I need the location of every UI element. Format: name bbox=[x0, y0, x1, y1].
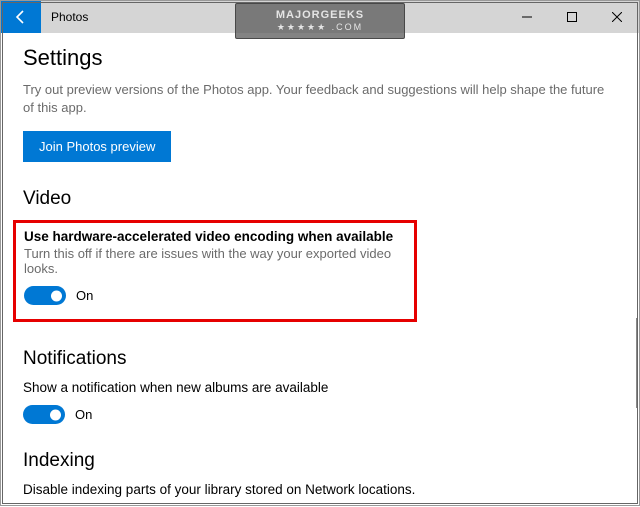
notifications-section: Notifications Show a notification when n… bbox=[23, 348, 617, 424]
maximize-icon bbox=[567, 12, 577, 22]
close-icon bbox=[612, 12, 622, 22]
new-albums-toggle[interactable] bbox=[23, 405, 65, 424]
hw-accel-sublabel: Turn this off if there are issues with t… bbox=[24, 246, 406, 276]
back-button[interactable] bbox=[1, 1, 41, 33]
video-section-title: Video bbox=[23, 188, 617, 210]
minimize-icon bbox=[522, 12, 532, 22]
hw-accel-state: On bbox=[76, 288, 93, 303]
maximize-button[interactable] bbox=[549, 1, 594, 33]
app-title: Photos bbox=[51, 10, 88, 24]
video-section: Video Use hardware-accelerated video enc… bbox=[23, 188, 617, 322]
settings-content: Settings Try out preview versions of the… bbox=[1, 33, 639, 507]
watermark-badge: MAJORGEEKS ★★★★★ .COM bbox=[235, 3, 405, 39]
hw-accel-toggle[interactable] bbox=[24, 286, 66, 305]
hw-accel-label: Use hardware-accelerated video encoding … bbox=[24, 229, 406, 244]
indexing-network-label: Disable indexing parts of your library s… bbox=[23, 482, 617, 497]
new-albums-toggle-row: On bbox=[23, 405, 617, 424]
notifications-section-title: Notifications bbox=[23, 348, 617, 370]
window-controls bbox=[504, 1, 639, 33]
close-button[interactable] bbox=[594, 1, 639, 33]
page-title: Settings bbox=[23, 45, 617, 71]
watermark-main: MAJORGEEKS bbox=[276, 10, 364, 21]
new-albums-state: On bbox=[75, 407, 92, 422]
hw-accel-toggle-row: On bbox=[24, 286, 406, 305]
toggle-knob bbox=[50, 409, 61, 420]
minimize-button[interactable] bbox=[504, 1, 549, 33]
arrow-left-icon bbox=[13, 9, 29, 25]
video-highlight-box: Use hardware-accelerated video encoding … bbox=[13, 220, 417, 322]
preview-description: Try out preview versions of the Photos a… bbox=[23, 81, 617, 117]
scrollbar[interactable] bbox=[636, 318, 638, 408]
titlebar: Photos MAJORGEEKS ★★★★★ .COM bbox=[1, 1, 639, 33]
indexing-section: Indexing Disable indexing parts of your … bbox=[23, 450, 617, 507]
toggle-knob bbox=[51, 290, 62, 301]
new-albums-label: Show a notification when new albums are … bbox=[23, 380, 617, 395]
indexing-section-title: Indexing bbox=[23, 450, 617, 472]
watermark-sub: ★★★★★ .COM bbox=[277, 23, 363, 32]
join-photos-preview-button[interactable]: Join Photos preview bbox=[23, 131, 171, 162]
